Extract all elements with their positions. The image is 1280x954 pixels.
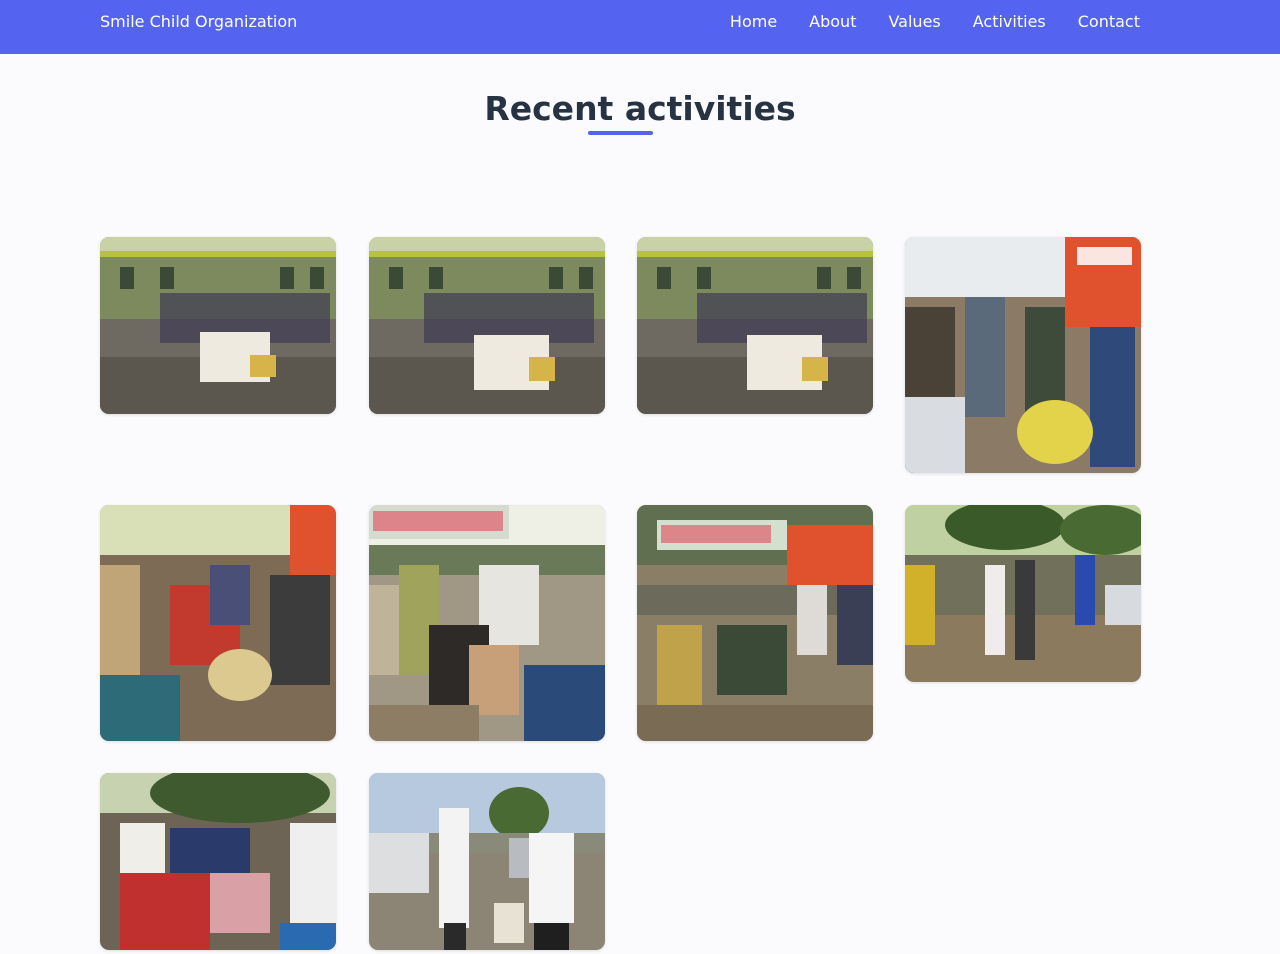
photo-car-walk-scene — [369, 773, 605, 950]
photo-building-scene — [637, 237, 873, 414]
activity-photo-5[interactable] — [100, 505, 336, 741]
activity-photo-7[interactable] — [637, 505, 873, 741]
photo-building-scene — [100, 237, 336, 414]
top-navbar: Smile Child Organization Home About Valu… — [0, 0, 1280, 54]
photo-crowd-banner-scene — [905, 237, 1141, 473]
activity-photo-4[interactable] — [905, 237, 1141, 473]
photo-crowd-banner-scene — [100, 505, 336, 741]
nav-link-contact[interactable]: Contact — [1078, 11, 1140, 33]
photo-street-sign-scene — [369, 505, 605, 741]
activity-photo-8[interactable] — [905, 505, 1141, 682]
nav-link-about[interactable]: About — [809, 11, 856, 33]
activity-photo-2[interactable] — [369, 237, 605, 414]
activity-photo-1[interactable] — [100, 237, 336, 414]
photo-street-sign-scene — [637, 505, 873, 741]
photo-trees-crowd-scene — [100, 773, 336, 950]
nav-link-activities[interactable]: Activities — [973, 11, 1046, 33]
photo-building-scene — [369, 237, 605, 414]
photo-trees-crowd-scene — [905, 505, 1141, 682]
brand-link[interactable]: Smile Child Organization — [100, 11, 297, 33]
activity-photo-3[interactable] — [637, 237, 873, 414]
activity-photo-10[interactable] — [369, 773, 605, 950]
activity-photo-6[interactable] — [369, 505, 605, 741]
activity-photo-9[interactable] — [100, 773, 336, 950]
section-title: Recent activities — [484, 89, 796, 128]
main-nav: Home About Values Activities Contact — [730, 11, 1140, 33]
nav-link-values[interactable]: Values — [888, 11, 940, 33]
nav-link-home[interactable]: Home — [730, 11, 777, 33]
title-underline — [588, 131, 653, 135]
